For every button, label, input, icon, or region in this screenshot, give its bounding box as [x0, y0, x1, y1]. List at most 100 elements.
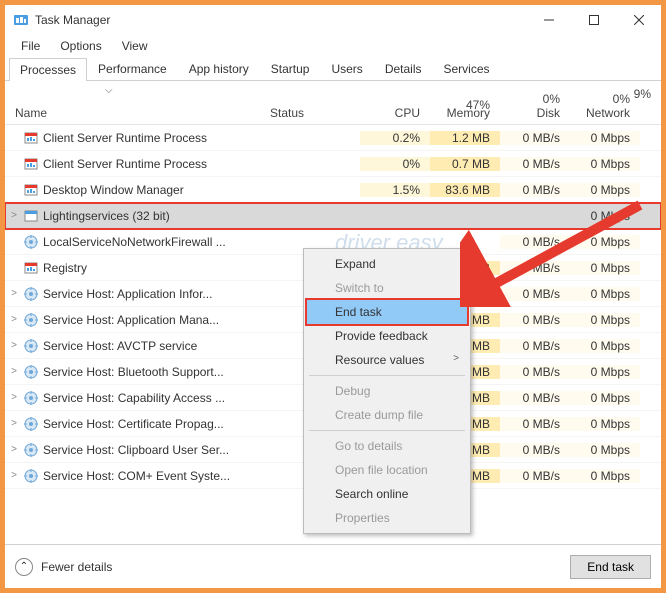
menu-view[interactable]: View	[112, 37, 158, 55]
network-cell: 0 Mbps	[570, 209, 640, 223]
context-menu-item-switch-to: Switch to	[307, 276, 467, 300]
network-cell: 0 Mbps	[570, 469, 640, 483]
tab-services[interactable]: Services	[433, 57, 501, 80]
expand-chevron-icon[interactable]: >	[5, 340, 23, 351]
expand-chevron-icon[interactable]: >	[5, 366, 23, 377]
expand-chevron-icon[interactable]: >	[5, 314, 23, 325]
minimize-button[interactable]	[526, 5, 571, 35]
chevron-up-icon: ⌃	[15, 558, 33, 576]
tab-performance[interactable]: Performance	[87, 57, 178, 80]
process-icon	[23, 390, 39, 406]
process-name: Service Host: Capability Access ...	[43, 391, 225, 405]
process-row[interactable]: >Lightingservices (32 bit)0 Mbps	[5, 203, 661, 229]
expand-chevron-icon[interactable]: >	[5, 470, 23, 481]
process-name: Desktop Window Manager	[43, 183, 184, 197]
process-icon	[23, 182, 39, 198]
fewer-details-button[interactable]: ⌃ Fewer details	[15, 558, 112, 576]
process-icon	[23, 208, 39, 224]
col-memory[interactable]: 47% Memory	[430, 92, 500, 124]
network-cell: 0 Mbps	[570, 131, 640, 145]
disk-cell: 0 MB/s	[500, 443, 570, 457]
disk-cell: 0 MB/s	[500, 391, 570, 405]
tab-users[interactable]: Users	[320, 57, 373, 80]
process-name: Registry	[43, 261, 87, 275]
taskmgr-icon	[13, 12, 29, 28]
maximize-button[interactable]	[571, 5, 616, 35]
tabbar: Processes Performance App history Startu…	[5, 57, 661, 81]
col-status[interactable]: Status	[260, 106, 360, 124]
sort-indicator-icon: ⌵	[105, 85, 113, 96]
process-name: Client Server Runtime Process	[43, 157, 207, 171]
context-menu: ExpandSwitch toEnd taskProvide feedbackR…	[303, 248, 471, 534]
network-cell: 0 Mbps	[570, 443, 640, 457]
cpu-cell: 0%	[360, 157, 430, 171]
menu-separator	[309, 430, 465, 431]
process-name: Service Host: COM+ Event Syste...	[43, 469, 230, 483]
menu-file[interactable]: File	[11, 37, 50, 55]
expand-chevron-icon[interactable]: >	[5, 418, 23, 429]
context-menu-item-search-online[interactable]: Search online	[307, 482, 467, 506]
process-icon	[23, 442, 39, 458]
expand-chevron-icon[interactable]: >	[5, 444, 23, 455]
process-name: Service Host: AVCTP service	[43, 339, 197, 353]
context-menu-item-expand[interactable]: Expand	[307, 252, 467, 276]
tab-details[interactable]: Details	[374, 57, 433, 80]
process-name: Client Server Runtime Process	[43, 131, 207, 145]
disk-cell: 0 MB/s	[500, 183, 570, 197]
memory-cell: 1.2 MB	[430, 131, 500, 145]
disk-cell: 0 MB/s	[500, 339, 570, 353]
network-cell: 0 Mbps	[570, 183, 640, 197]
tab-app-history[interactable]: App history	[178, 57, 260, 80]
process-row[interactable]: Client Server Runtime Process0.2%1.2 MB0…	[5, 125, 661, 151]
col-disk[interactable]: 0% Disk	[500, 92, 570, 124]
process-icon	[23, 364, 39, 380]
process-row[interactable]: Desktop Window Manager1.5%83.6 MB0 MB/s0…	[5, 177, 661, 203]
process-icon	[23, 312, 39, 328]
disk-cell: 0 MB/s	[500, 157, 570, 171]
context-menu-item-go-to-details: Go to details	[307, 434, 467, 458]
context-menu-item-end-task[interactable]: End task	[307, 300, 467, 324]
process-icon	[23, 416, 39, 432]
process-name: Service Host: Bluetooth Support...	[43, 365, 224, 379]
process-name: Service Host: Application Mana...	[43, 313, 219, 327]
menu-options[interactable]: Options	[50, 37, 111, 55]
disk-cell: 0 MB/s	[500, 313, 570, 327]
process-name: Service Host: Certificate Propag...	[43, 417, 224, 431]
network-cell: 0 Mbps	[570, 339, 640, 353]
context-menu-item-debug: Debug	[307, 379, 467, 403]
titlebar: Task Manager	[5, 5, 661, 35]
end-task-button[interactable]: End task	[570, 555, 651, 579]
disk-cell: 0 MB/s	[500, 261, 570, 275]
tab-processes[interactable]: Processes	[9, 58, 87, 81]
context-menu-item-open-file-location: Open file location	[307, 458, 467, 482]
disk-cell: 0 MB/s	[500, 417, 570, 431]
col-cpu[interactable]: 9% CPU	[360, 106, 430, 124]
context-menu-item-provide-feedback[interactable]: Provide feedback	[307, 324, 467, 348]
memory-cell: 0.7 MB	[430, 157, 500, 171]
context-menu-item-properties: Properties	[307, 506, 467, 530]
cpu-cell: 1.5%	[360, 183, 430, 197]
close-button[interactable]	[616, 5, 661, 35]
expand-chevron-icon[interactable]: >	[5, 210, 23, 221]
network-cell: 0 Mbps	[570, 365, 640, 379]
process-name: Service Host: Application Infor...	[43, 287, 212, 301]
col-name[interactable]: Name	[5, 106, 260, 124]
disk-cell: 0 MB/s	[500, 287, 570, 301]
context-menu-item-resource-values[interactable]: Resource values>	[307, 348, 467, 372]
col-network[interactable]: 0% Network	[570, 92, 640, 124]
expand-chevron-icon[interactable]: >	[5, 288, 23, 299]
disk-cell: 0 MB/s	[500, 365, 570, 379]
process-name: Service Host: Clipboard User Ser...	[43, 443, 229, 457]
process-icon	[23, 286, 39, 302]
network-cell: 0 Mbps	[570, 287, 640, 301]
process-row[interactable]: Client Server Runtime Process0%0.7 MB0 M…	[5, 151, 661, 177]
window-title: Task Manager	[35, 13, 526, 27]
column-headers: ⌵ Name Status 9% CPU 47% Memory 0% Disk …	[5, 81, 661, 125]
disk-cell: 0 MB/s	[500, 469, 570, 483]
expand-chevron-icon[interactable]: >	[5, 392, 23, 403]
process-name: LocalServiceNoNetworkFirewall ...	[43, 235, 226, 249]
network-cell: 0 Mbps	[570, 157, 640, 171]
submenu-chevron-icon: >	[453, 353, 459, 364]
tab-startup[interactable]: Startup	[260, 57, 321, 80]
disk-cell: 0 MB/s	[500, 131, 570, 145]
